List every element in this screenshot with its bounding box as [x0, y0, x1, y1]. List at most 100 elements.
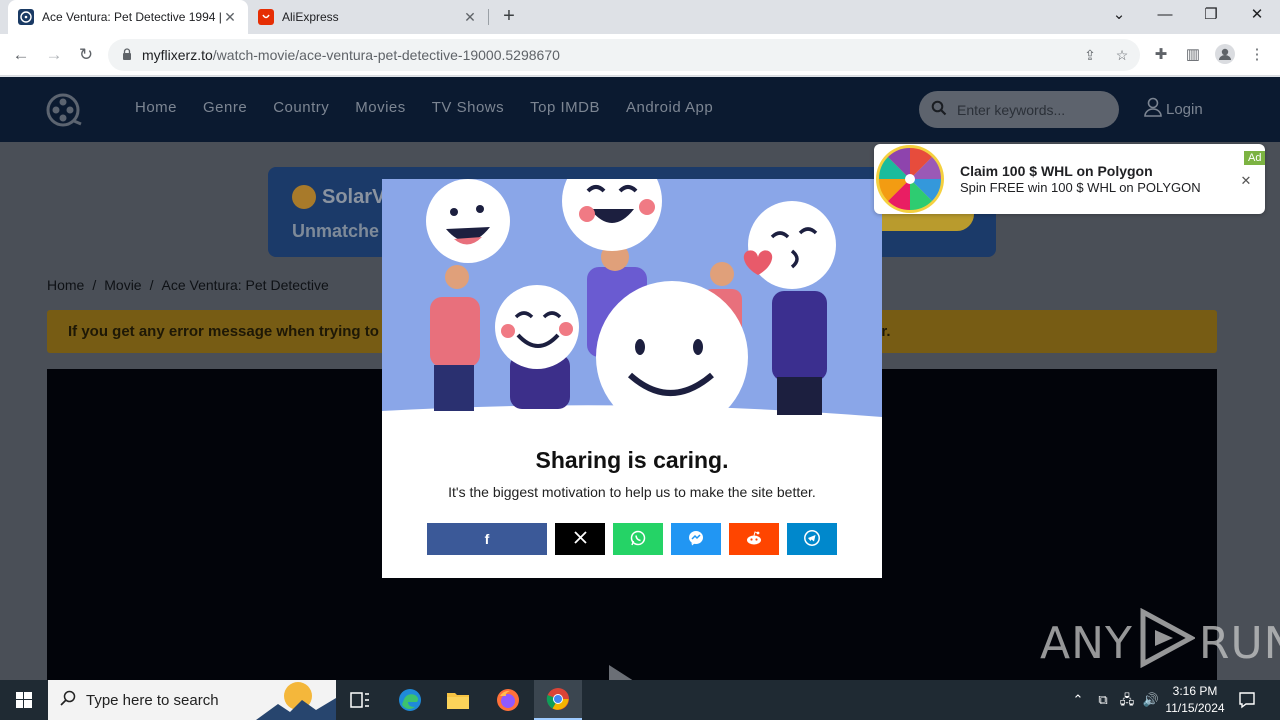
reload-icon[interactable]: ↻ — [73, 42, 99, 68]
share-whatsapp-button[interactable] — [613, 523, 663, 555]
nav-country[interactable]: Country — [273, 99, 329, 116]
modal-subtitle: It's the biggest motivation to help us t… — [448, 484, 816, 500]
clock-time: 3:16 PM — [1172, 684, 1218, 698]
network-icon[interactable]: 🖧 — [1116, 680, 1138, 720]
smiley-crowd-illustration — [382, 179, 882, 419]
nav-genre[interactable]: Genre — [203, 99, 247, 116]
reddit-icon — [746, 530, 762, 548]
share-x-button[interactable] — [555, 523, 605, 555]
site-search-box — [919, 91, 1119, 128]
lock-icon — [120, 48, 134, 62]
share-icon[interactable]: ⇪ — [1080, 45, 1100, 65]
prize-wheel-icon — [876, 145, 944, 213]
close-tab-icon[interactable]: ✕ — [462, 9, 478, 25]
site-header: Home Genre Country Movies TV Shows Top I… — [0, 77, 1280, 142]
login-label: Login — [1166, 100, 1203, 118]
tab-aliexpress[interactable]: AliExpress ✕ — [248, 0, 488, 34]
push-ad[interactable]: Claim 100 $ WHL on Polygon Spin FREE win… — [874, 144, 1266, 214]
search-highlight-art — [256, 680, 336, 720]
play-icon[interactable] — [609, 665, 637, 680]
tab-title: Ace Ventura: Pet Detective 1994 | — [42, 10, 222, 24]
site-search-input[interactable] — [957, 101, 1097, 118]
share-facebook-button[interactable]: f — [427, 523, 547, 555]
forward-icon[interactable]: → — [41, 42, 67, 68]
whatsapp-icon — [630, 530, 646, 549]
messenger-icon — [688, 530, 704, 549]
breadcrumb-separator: / — [149, 277, 154, 293]
back-icon[interactable]: ← — [8, 42, 34, 68]
ad-close-icon[interactable]: ✕ — [1239, 174, 1253, 188]
breadcrumb-home[interactable]: Home — [47, 277, 84, 293]
share-telegram-button[interactable] — [787, 523, 837, 555]
breadcrumb-current: Ace Ventura: Pet Detective — [161, 277, 329, 293]
windows-taskbar: Type here to search ⌃ ⧉ 🖧 🔊 3:16 PM 11/1… — [0, 680, 1280, 720]
share-messenger-button[interactable] — [671, 523, 721, 555]
tray-chevron-up-icon[interactable]: ⌃ — [1068, 680, 1088, 720]
restore-icon[interactable]: ❐ — [1188, 0, 1234, 30]
nav-movies[interactable]: Movies — [355, 99, 406, 116]
nav-android-app[interactable]: Android App — [626, 99, 713, 116]
tab-separator — [488, 9, 489, 25]
share-reddit-button[interactable] — [729, 523, 779, 555]
profile-avatar-icon[interactable] — [1214, 44, 1236, 66]
share-buttons: f — [427, 523, 837, 555]
edge-browser-icon[interactable] — [386, 680, 434, 720]
breadcrumb: Home / Movie / Ace Ventura: Pet Detectiv… — [47, 277, 329, 293]
tab-search-chevron-icon[interactable]: ⌄ — [1096, 0, 1142, 30]
browser-toolbar: ← → ↻ myflixerz.to/watch-movie/ace-ventu… — [0, 34, 1280, 76]
banner-logo-icon — [292, 185, 316, 209]
close-tab-icon[interactable]: ✕ — [222, 9, 238, 25]
side-panel-icon[interactable]: ▥ — [1182, 44, 1204, 66]
firefox-icon[interactable] — [484, 680, 532, 720]
banner-brand: SolarV — [292, 185, 385, 209]
banner-tagline: Unmatche — [292, 221, 380, 241]
ad-title: Claim 100 $ WHL on Polygon — [960, 163, 1153, 179]
volume-icon[interactable]: 🔊 — [1140, 680, 1162, 720]
clock-date: 11/15/2024 — [1165, 701, 1225, 715]
facebook-icon: f — [484, 531, 490, 547]
tab-title: AliExpress — [282, 10, 339, 24]
breadcrumb-movie[interactable]: Movie — [104, 277, 141, 293]
film-reel-icon — [18, 9, 34, 25]
task-view-icon[interactable] — [336, 680, 384, 720]
search-icon — [60, 690, 76, 710]
search-icon[interactable] — [931, 100, 949, 119]
tab-strip: Ace Ventura: Pet Detective 1994 | ✕ AliE… — [0, 0, 1280, 34]
anyrun-watermark: ANY RUN — [1040, 607, 1280, 679]
bookmark-star-icon[interactable]: ☆ — [1112, 45, 1132, 65]
modal-title: Sharing is caring. — [535, 447, 729, 473]
close-window-icon[interactable]: ✕ — [1234, 0, 1280, 30]
ad-badge: Ad — [1244, 151, 1266, 165]
taskbar-clock[interactable]: 3:16 PM 11/15/2024 — [1160, 683, 1230, 717]
notice-text-start: If you get any error message when trying… — [68, 323, 379, 340]
taskbar-search-box[interactable]: Type here to search — [48, 680, 336, 720]
aliexpress-icon — [258, 9, 274, 25]
nav-tv-shows[interactable]: TV Shows — [432, 99, 504, 116]
notifications-icon[interactable] — [1234, 680, 1260, 720]
nav-top-imdb[interactable]: Top IMDB — [530, 99, 600, 116]
windows-start-icon[interactable] — [0, 680, 48, 720]
tray-device-icon[interactable]: ⧉ — [1092, 680, 1114, 720]
ad-text: Spin FREE win 100 $ WHL on POLYGON — [960, 180, 1201, 195]
login-button[interactable]: Login — [1144, 97, 1203, 121]
play-triangle-icon — [1137, 607, 1197, 679]
file-explorer-icon[interactable] — [434, 680, 482, 720]
user-icon — [1144, 97, 1162, 121]
minimize-icon[interactable]: — — [1142, 0, 1188, 30]
tab-ace-ventura[interactable]: Ace Ventura: Pet Detective 1994 | ✕ — [8, 0, 248, 34]
url-path: /watch-movie/ace-ventura-pet-detective-1… — [212, 47, 560, 63]
site-logo-icon[interactable] — [46, 93, 82, 127]
share-modal: Sharing is caring. It's the biggest moti… — [382, 179, 882, 578]
nav-home[interactable]: Home — [135, 99, 177, 116]
new-tab-icon[interactable]: + — [498, 5, 520, 27]
taskbar-search-placeholder: Type here to search — [86, 691, 219, 709]
menu-kebab-icon[interactable]: ⋮ — [1246, 44, 1268, 66]
address-bar[interactable]: myflixerz.to/watch-movie/ace-ventura-pet… — [108, 39, 1140, 71]
site-nav: Home Genre Country Movies TV Shows Top I… — [135, 99, 713, 116]
chrome-icon[interactable] — [534, 680, 582, 720]
breadcrumb-separator: / — [92, 277, 97, 293]
telegram-icon — [804, 529, 820, 549]
url-host: myflixerz.to — [142, 47, 213, 63]
extensions-puzzle-icon[interactable]: ✚ — [1150, 44, 1172, 66]
x-logo-icon — [573, 531, 587, 547]
